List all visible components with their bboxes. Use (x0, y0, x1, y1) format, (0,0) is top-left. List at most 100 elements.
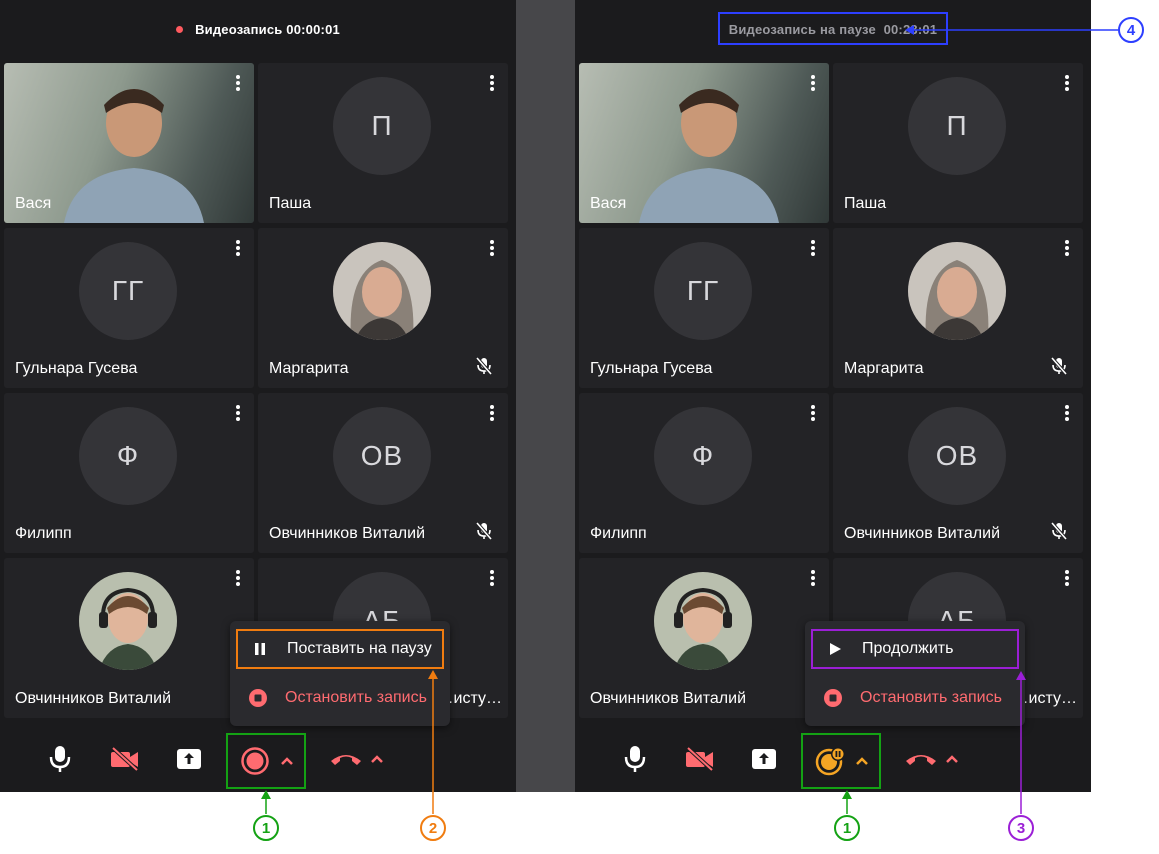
panel-divider (516, 0, 575, 792)
call-toolbar (575, 730, 1091, 790)
participant-tile[interactable]: Вася (579, 63, 829, 223)
recording-status: Видеозапись 00:00:01 (0, 22, 516, 37)
participant-avatar-photo (654, 572, 752, 670)
participant-tile[interactable]: ОВ Овчинников Виталий (258, 393, 508, 553)
participant-avatar: ОВ (908, 407, 1006, 505)
more-options-icon[interactable] (811, 240, 815, 256)
participant-avatar: ГГ (654, 242, 752, 340)
participant-name: Овчинников Виталий (844, 525, 1000, 542)
participant-name: Маргарита (269, 360, 349, 377)
participant-tile[interactable]: П Паша (833, 63, 1083, 223)
end-call-button[interactable] (904, 744, 938, 774)
participant-avatar: П (333, 77, 431, 175)
share-screen-button[interactable] (749, 744, 779, 774)
camera-off-button[interactable] (685, 744, 715, 774)
boy-photo-icon (79, 572, 177, 670)
participant-tile[interactable]: Овчинников Виталий (4, 558, 254, 718)
record-icon (241, 747, 269, 775)
microphone-icon (49, 746, 71, 772)
chevron-up-icon[interactable] (855, 756, 869, 766)
participant-tile[interactable]: Вася (4, 63, 254, 223)
stop-recording-menu-item[interactable]: Остановить запись (236, 678, 444, 718)
more-options-icon[interactable] (1065, 240, 1069, 256)
more-options-icon[interactable] (490, 240, 494, 256)
pause-icon (250, 639, 270, 659)
pause-recording-menu-item[interactable]: Поставить на паузу (236, 629, 444, 669)
participant-tile[interactable]: Ф Филипп (4, 393, 254, 553)
participant-tile[interactable]: Ф Филипп (579, 393, 829, 553)
microphone-button[interactable] (45, 744, 75, 774)
participant-tile[interactable]: Маргарита (833, 228, 1083, 388)
resume-recording-menu-item[interactable]: Продолжить (811, 629, 1019, 669)
mic-off-icon (1049, 356, 1069, 376)
record-paused-icon (815, 747, 845, 776)
participant-avatar: П (908, 77, 1006, 175)
share-screen-button[interactable] (174, 744, 204, 774)
microphone-icon (624, 746, 646, 772)
call-panel-recording: Видеозапись 00:00:01 Вася П Паша ГГ Гуль… (0, 0, 516, 792)
more-options-icon[interactable] (1065, 570, 1069, 586)
more-options-icon[interactable] (811, 570, 815, 586)
call-toolbar (0, 730, 516, 790)
hang-up-icon (906, 755, 936, 765)
callout-badge: 1 (253, 815, 279, 841)
participant-tile[interactable]: П Паша (258, 63, 508, 223)
participant-avatar-photo (333, 242, 431, 340)
participant-name: Вася (15, 195, 52, 212)
participant-name: Паша (844, 195, 887, 212)
mic-off-icon (474, 356, 494, 376)
boy-photo-icon (654, 572, 752, 670)
recording-button[interactable] (226, 733, 306, 789)
participant-avatar: Ф (79, 407, 177, 505)
more-options-icon[interactable] (236, 405, 240, 421)
end-call-button[interactable] (329, 744, 363, 774)
more-options-icon[interactable] (236, 570, 240, 586)
recording-paused-button[interactable] (801, 733, 881, 789)
callout-badge: 1 (834, 815, 860, 841)
participant-name: Маргарита (844, 360, 924, 377)
participant-tile[interactable]: ГГ Гульнара Гусева (4, 228, 254, 388)
participant-name: Овчинников Виталий (15, 690, 171, 707)
participant-tile[interactable]: Маргарита (258, 228, 508, 388)
more-options-icon[interactable] (1065, 405, 1069, 421)
participant-name: Филипп (590, 525, 647, 542)
more-options-icon[interactable] (811, 75, 815, 91)
more-options-icon[interactable] (490, 570, 494, 586)
more-options-icon[interactable] (811, 405, 815, 421)
stop-circle-icon (248, 688, 268, 708)
participant-name: Вася (590, 195, 627, 212)
chevron-up-icon[interactable] (280, 756, 294, 766)
participant-tile[interactable]: Овчинников Виталий (579, 558, 829, 718)
more-options-icon[interactable] (1065, 75, 1069, 91)
more-options-icon[interactable] (490, 75, 494, 91)
more-options-icon[interactable] (236, 240, 240, 256)
recording-menu: Продолжить Остановить запись (805, 621, 1025, 726)
participant-avatar-photo (908, 242, 1006, 340)
participant-name: Овчинников Виталий (590, 690, 746, 707)
callout-badge: 3 (1008, 815, 1034, 841)
participant-tile[interactable]: ОВ Овчинников Виталий (833, 393, 1083, 553)
stop-recording-menu-item[interactable]: Остановить запись (811, 678, 1019, 718)
more-options-icon[interactable] (490, 405, 494, 421)
more-options-icon[interactable] (236, 75, 240, 91)
call-panel-paused: Видеозапись на паузе 00:23:01 Вася П Паш… (575, 0, 1091, 792)
callout-badge: 2 (420, 815, 446, 841)
participant-name: Паша (269, 195, 312, 212)
participant-name: Филипп (15, 525, 72, 542)
stop-circle-icon (823, 688, 843, 708)
participant-avatar: ГГ (79, 242, 177, 340)
mic-off-icon (1049, 521, 1069, 541)
participant-tile[interactable]: ГГ Гульнара Гусева (579, 228, 829, 388)
participant-avatar: ОВ (333, 407, 431, 505)
camera-off-button[interactable] (110, 744, 140, 774)
callout-badge: 4 (1118, 17, 1144, 43)
recording-status-paused: Видеозапись на паузе 00:23:01 (575, 12, 1091, 45)
woman-photo-icon (908, 242, 1006, 340)
participant-name: Овчинников Виталий (269, 525, 425, 542)
recording-dot-icon (176, 26, 184, 34)
camera-off-icon (686, 747, 714, 771)
chevron-up-icon[interactable] (945, 753, 959, 765)
participant-name: Гульнара Гусева (590, 360, 713, 377)
chevron-up-icon[interactable] (370, 753, 384, 765)
microphone-button[interactable] (620, 744, 650, 774)
